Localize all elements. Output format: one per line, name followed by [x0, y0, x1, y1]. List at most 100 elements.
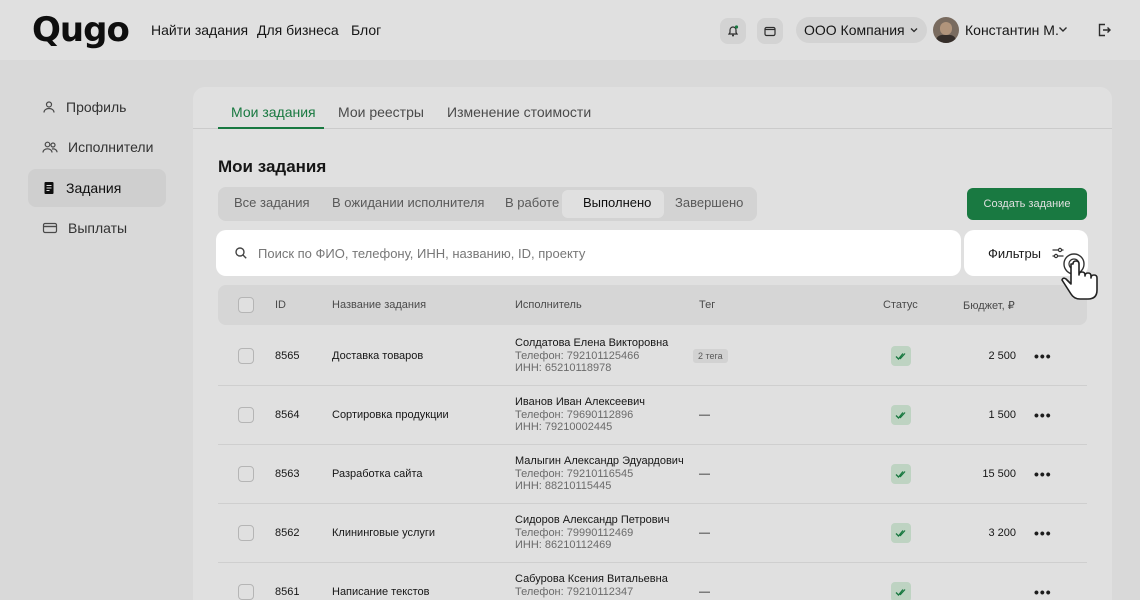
row-task-name: Сортировка продукции: [332, 409, 449, 421]
status-badge: [891, 523, 911, 543]
col-tag: Тег: [699, 299, 716, 311]
table-row[interactable]: 8562 Клининговые услуги Сидоров Александ…: [218, 503, 1087, 563]
status-filter-bar: Все задания В ожидании исполнителя В раб…: [218, 187, 757, 221]
double-check-icon: [895, 471, 906, 478]
row-tag: —: [699, 409, 710, 421]
executor-phone: Телефон: 792101125466: [515, 349, 640, 362]
filters-label: Фильтры: [988, 245, 1042, 261]
tab-my-tasks[interactable]: Мои задания: [231, 104, 316, 120]
row-more-button[interactable]: •••: [1034, 466, 1052, 482]
notifications-button[interactable]: [720, 18, 746, 44]
wallet-button[interactable]: [757, 18, 783, 44]
status-badge: [891, 346, 911, 366]
select-all-checkbox[interactable]: [238, 297, 254, 313]
tabs-divider: [193, 128, 1112, 129]
row-id: 8564: [275, 409, 300, 421]
row-task-name: Доставка товаров: [332, 350, 424, 362]
sidebar-item-label: Выплаты: [68, 220, 128, 236]
nav-for-business[interactable]: Для бизнеса: [257, 22, 339, 38]
executor-inn: ИНН: 88210115445: [515, 480, 612, 492]
sidebar-item-executors[interactable]: Исполнители: [28, 128, 166, 166]
executor-phone: Телефон: 79210116545: [515, 467, 634, 480]
sidebar-item-profile[interactable]: Профиль: [28, 88, 166, 126]
table-row[interactable]: 8561 Написание текстов Сабурова Ксения В…: [218, 562, 1087, 600]
search-field[interactable]: Поиск по ФИО, телефону, ИНН, названию, I…: [218, 232, 959, 274]
hand-cursor-icon: [1061, 253, 1098, 300]
status-badge: [891, 582, 911, 600]
row-id: 8563: [275, 468, 300, 480]
tab-price-change[interactable]: Изменение стоимости: [447, 104, 591, 120]
row-checkbox[interactable]: [238, 525, 254, 541]
logo[interactable]: Qugo: [32, 10, 130, 50]
executor-name: Иванов Иван Алексеевич: [515, 396, 645, 408]
row-executor: Сабурова Ксения Витальевна Телефон: 7921…: [515, 573, 668, 598]
row-checkbox[interactable]: [238, 407, 254, 423]
double-check-icon: [895, 589, 906, 596]
row-more-button[interactable]: •••: [1034, 407, 1052, 423]
status-badge: [891, 464, 911, 484]
chevron-down-icon: [910, 28, 918, 33]
col-status: Статус: [883, 299, 918, 311]
row-id: 8565: [275, 350, 300, 362]
col-name: Название задания: [332, 299, 427, 311]
tasks-card: Мои задания Мои реестры Изменение стоимо…: [193, 87, 1112, 600]
executor-name: Сабурова Ксения Витальевна: [515, 573, 668, 585]
row-tag: —: [699, 468, 710, 480]
row-executor: Солдатова Елена Викторовна Телефон: 7921…: [515, 337, 668, 375]
col-id: ID: [275, 299, 286, 311]
row-checkbox[interactable]: [238, 466, 254, 482]
bell-icon: [727, 25, 739, 37]
row-task-name: Разработка сайта: [332, 468, 423, 480]
nav-blog[interactable]: Блог: [351, 22, 381, 38]
sidebar-item-tasks[interactable]: Задания: [28, 169, 166, 207]
tab-active-indicator: [218, 127, 324, 129]
status-filter-done[interactable]: Выполнено: [583, 195, 651, 210]
sidebar-item-label: Исполнители: [68, 139, 154, 155]
row-more-button[interactable]: •••: [1034, 584, 1052, 600]
document-icon: [44, 182, 54, 194]
search-input[interactable]: Поиск по ФИО, телефону, ИНН, названию, I…: [258, 246, 585, 261]
chevron-down-icon[interactable]: [1056, 22, 1070, 36]
executor-name: Солдатова Елена Викторовна: [515, 337, 669, 349]
company-selector[interactable]: ООО Компания: [796, 17, 927, 43]
status-filter-all[interactable]: Все задания: [234, 195, 310, 210]
sidebar-item-payouts[interactable]: Выплаты: [28, 209, 166, 247]
row-more-button[interactable]: •••: [1034, 525, 1052, 541]
executor-inn: ИНН: 79210002445: [515, 421, 613, 433]
create-task-button[interactable]: Создать задание: [967, 188, 1087, 220]
row-budget: 3 200: [988, 527, 1016, 539]
row-executor: Иванов Иван Алексеевич Телефон: 79690112…: [515, 396, 645, 434]
row-budget: 1 500: [988, 409, 1016, 421]
status-filter-completed[interactable]: Завершено: [675, 195, 743, 210]
row-executor: Малыгин Александр Эдуардович Телефон: 79…: [515, 455, 684, 493]
tab-my-registries[interactable]: Мои реестры: [338, 104, 424, 120]
nav-find-tasks[interactable]: Найти задания: [151, 22, 248, 38]
search-icon: [235, 247, 247, 259]
user-name[interactable]: Константин М.: [965, 22, 1059, 38]
row-more-button[interactable]: •••: [1034, 348, 1052, 364]
table-row[interactable]: 8565 Доставка товаров Солдатова Елена Ви…: [218, 326, 1087, 386]
logout-icon[interactable]: [1096, 22, 1112, 38]
double-check-icon: [895, 353, 906, 360]
tag-badge[interactable]: 2 тега: [693, 349, 728, 363]
row-id: 8562: [275, 527, 300, 539]
row-checkbox[interactable]: [238, 348, 254, 364]
table-row[interactable]: 8563 Разработка сайта Малыгин Александр …: [218, 444, 1087, 504]
row-checkbox[interactable]: [238, 584, 254, 600]
row-budget: 15 500: [982, 468, 1016, 480]
executor-phone: Телефон: 79210112347: [515, 585, 634, 598]
status-filter-waiting[interactable]: В ожидании исполнителя: [332, 195, 484, 210]
executor-inn: ИНН: 86210112469: [515, 539, 612, 551]
row-executor: Сидоров Александр Петрович Телефон: 7999…: [515, 514, 670, 552]
executor-name: Малыгин Александр Эдуардович: [515, 455, 684, 467]
row-task-name: Написание текстов: [332, 586, 430, 598]
executor-phone: Телефон: 79690112896: [515, 408, 634, 421]
double-check-icon: [895, 530, 906, 537]
avatar[interactable]: [933, 17, 959, 43]
table-row[interactable]: 8564 Сортировка продукции Иванов Иван Ал…: [218, 385, 1087, 445]
row-task-name: Клининговые услуги: [332, 527, 436, 539]
executor-phone: Телефон: 79990112469: [515, 526, 634, 539]
status-filter-in-progress[interactable]: В работе: [505, 195, 559, 210]
card-icon: [42, 222, 58, 234]
users-icon: [42, 141, 58, 153]
